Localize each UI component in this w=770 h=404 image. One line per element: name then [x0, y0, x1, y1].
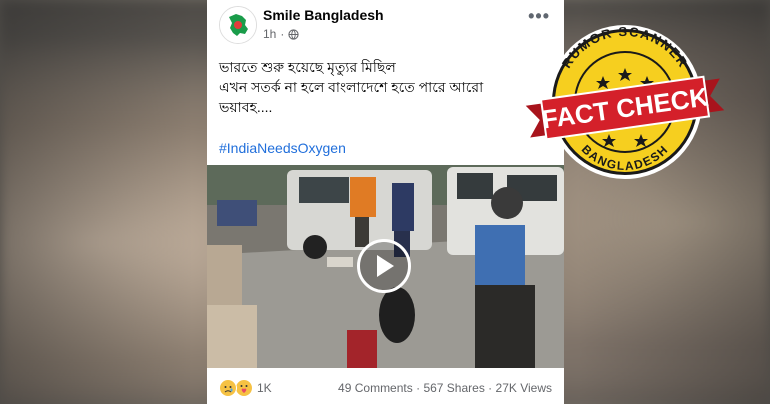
post-text-line-3: ভয়াবহ.... [219, 99, 273, 115]
hashtag-link[interactable]: #IndiaNeedsOxygen [219, 140, 346, 156]
post-text: ভারতে শুরু হয়েছে মৃত্যুর মিছিল এখন সতর্… [219, 57, 554, 117]
post-header: Smile Bangladesh 1h · ••• [207, 0, 564, 48]
meta-separator: · [280, 27, 285, 41]
post-text-line-2: এখন সতর্ক না হলে বাংলাদেশে হতে পারে আরো [219, 79, 484, 95]
bangladesh-map-logo-icon [220, 7, 256, 43]
views-count[interactable]: 27K Views [496, 381, 552, 395]
video-player[interactable] [207, 165, 564, 368]
page-avatar[interactable] [219, 6, 257, 44]
fact-check-stamp: RUMOR SCANNER BANGLADESH FACT CHECK [525, 24, 725, 179]
facebook-post-card: Smile Bangladesh 1h · ••• ভারতে শুরু হয়… [207, 0, 564, 404]
reactions-summary[interactable]: 1K [219, 379, 272, 397]
shares-count[interactable]: 567 Shares [423, 381, 484, 395]
post-footer: 1K 49 Comments · 567 Shares · 27K Views [207, 368, 564, 404]
play-button[interactable] [357, 239, 411, 293]
engagement-stats: 49 Comments · 567 Shares · 27K Views [338, 381, 552, 395]
stats-separator: · [488, 381, 496, 395]
globe-icon [288, 28, 299, 40]
post-text-line-1: ভারতে শুরু হয়েছে মৃত্যুর মিছিল [219, 59, 396, 75]
reaction-count: 1K [257, 381, 272, 395]
play-icon [377, 255, 394, 277]
post-meta: 1h · [263, 27, 299, 41]
sad-reaction-icon [219, 379, 237, 397]
post-time[interactable]: 1h [263, 27, 276, 41]
care-reaction-icon [235, 379, 253, 397]
page-name[interactable]: Smile Bangladesh [263, 7, 384, 23]
comments-count[interactable]: 49 Comments [338, 381, 413, 395]
